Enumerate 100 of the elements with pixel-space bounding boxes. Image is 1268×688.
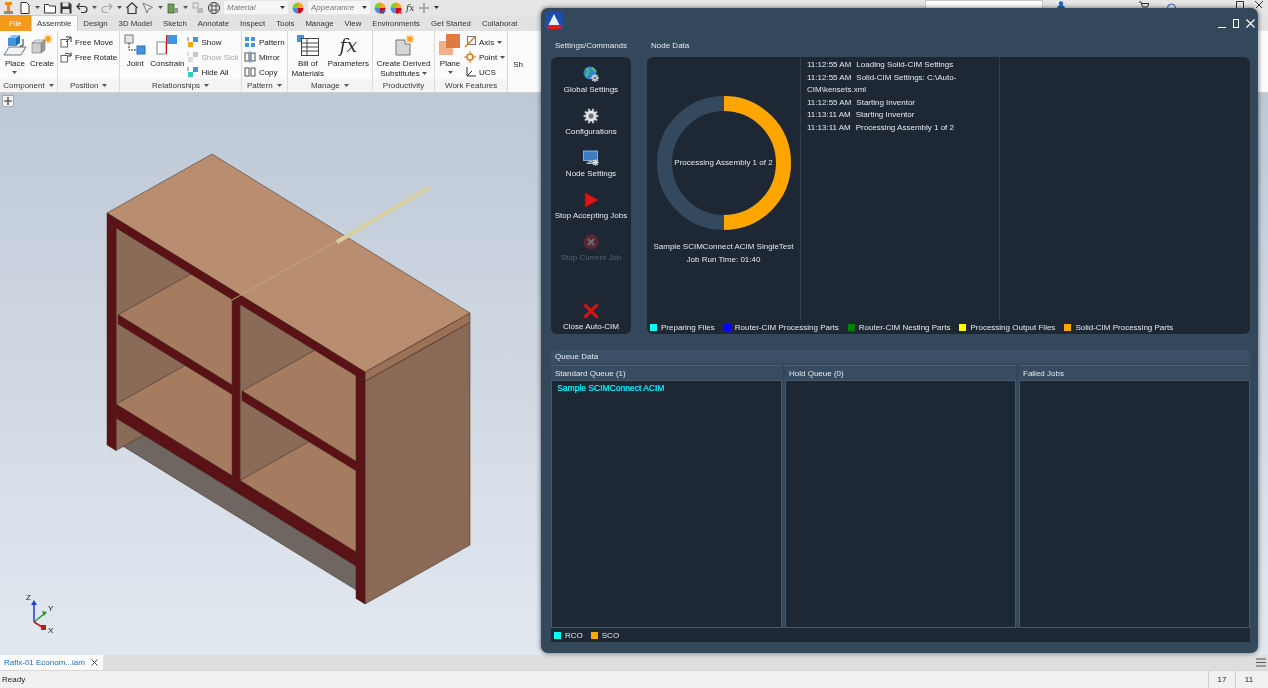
save-icon[interactable]: [60, 1, 72, 14]
ribbon-button[interactable]: Pattern: [243, 35, 285, 49]
ribbon-button[interactable]: Hide All: [186, 65, 239, 79]
color-wheel-icon[interactable]: [292, 1, 304, 14]
log-entry: 11:12:55 AM Starting Inventor: [807, 96, 917, 109]
ribbon-button[interactable]: Copy: [243, 65, 285, 79]
x-circle-icon: [583, 234, 599, 250]
two-blocks-icon[interactable]: [167, 1, 179, 14]
play-icon: [583, 192, 599, 208]
caret-icon: [102, 84, 108, 87]
ribbon-button[interactable]: Joint: [122, 32, 149, 79]
plane-squares-icon: [438, 33, 463, 57]
command-button[interactable]: Stop Accepting Jobs: [554, 192, 628, 221]
caret-icon: [35, 6, 40, 9]
monitor-gear-icon: [583, 150, 599, 166]
legend-label: Router-CIM Nesting Parts: [858, 322, 951, 332]
caret-icon: [280, 6, 285, 9]
command-button[interactable]: Configurations: [565, 108, 617, 137]
axis-label: Y: [48, 604, 54, 613]
open-folder-icon[interactable]: [44, 1, 56, 14]
command-button[interactable]: Node Settings: [565, 150, 617, 179]
close-button[interactable]: [1246, 19, 1255, 28]
status-value: 17: [1217, 675, 1227, 684]
ribbon-button[interactable]: Constrain: [149, 32, 186, 79]
mirror-blocks-icon: [243, 51, 256, 63]
ribbon-button[interactable]: Point: [464, 50, 506, 64]
caret-icon: [117, 6, 122, 9]
panel-title: Productivity: [382, 81, 425, 90]
caret-icon: [421, 72, 427, 76]
log-entry: 11:12:55 AM Solid-CIM Settings: C:\Auto-CIM\kensets.xml: [807, 71, 958, 97]
cart-icon[interactable]: [1139, 1, 1149, 8]
linked-cubes-icon: [123, 33, 148, 57]
gear-icon: [583, 108, 599, 124]
caret-icon: [158, 6, 163, 9]
ribbon-button[interactable]: Create Derived Substitutes: [375, 32, 433, 79]
caret-icon: [276, 84, 282, 87]
ribbon-button[interactable]: Mirror: [243, 50, 285, 64]
close-icon[interactable]: [1255, 1, 1263, 8]
panel-title: Work Features: [445, 81, 498, 90]
globe-gear-icon: [583, 66, 599, 82]
block-pair-icon: [186, 66, 199, 78]
legend-label: Solid-CIM Processing Parts: [1075, 322, 1174, 332]
command-button[interactable]: Global Settings: [563, 66, 619, 95]
legend-label: RCO: [565, 630, 583, 640]
ribbon-button[interactable]: Show: [186, 35, 239, 49]
status-value: 11: [1244, 675, 1254, 684]
color-wheel-plus-icon[interactable]: [374, 1, 386, 14]
axis-label: X: [48, 626, 54, 635]
logo-icon: [545, 12, 563, 30]
ribbon-button[interactable]: Free Rotate: [60, 50, 118, 64]
legend-label: Processing Output Files: [970, 322, 1056, 332]
undo-icon[interactable]: [76, 1, 88, 14]
move-arrows-icon: [60, 36, 72, 48]
formula-button[interactable]: fx: [406, 1, 415, 14]
circle-arc-icon[interactable]: [1167, 1, 1176, 8]
queue-title: Standard Queue (1): [551, 365, 782, 380]
caret-icon: [48, 84, 54, 87]
caret-icon: [497, 40, 503, 44]
add-view-button[interactable]: [2, 95, 14, 107]
home-icon[interactable]: [126, 1, 138, 14]
axis-line-icon: [464, 36, 477, 48]
appearance-dropdown[interactable]: Appearance: [308, 1, 370, 14]
ribbon-button[interactable]: Sh: [513, 60, 524, 69]
minimize-button[interactable]: [1218, 26, 1226, 29]
maximize-icon[interactable]: [1236, 1, 1244, 8]
ribbon-button[interactable]: Axis: [464, 35, 506, 49]
color-wheel-x-icon[interactable]: [390, 1, 402, 14]
new-file-icon[interactable]: [19, 1, 31, 14]
caret-icon: [12, 71, 18, 74]
minimize-icon: [1218, 26, 1226, 28]
maximize-button[interactable]: [1233, 19, 1239, 28]
ribbon-button[interactable]: fx Parameters: [326, 32, 371, 79]
ribbon-button[interactable]: Bill of Materials: [289, 32, 326, 79]
ribbon-button[interactable]: Place: [2, 32, 28, 79]
plus-icon: [4, 97, 12, 105]
job-name: Sample SCIMConnect ACIM SingleTest: [653, 241, 794, 253]
ribbon-button[interactable]: Create: [29, 32, 55, 79]
ribbon-button[interactable]: UCS: [464, 65, 506, 79]
queue-title: Hold Queue (0): [785, 365, 1016, 380]
maximize-icon: [1233, 19, 1239, 28]
queue-job[interactable]: Sample SCIMConnect ACIM: [557, 382, 665, 394]
caret-icon: [447, 71, 453, 74]
search-field[interactable]: [925, 0, 1043, 8]
caret-icon: [500, 55, 506, 59]
block-pair-icon: [186, 36, 199, 48]
material-dropdown[interactable]: Material: [224, 1, 288, 14]
section-title: Settings/Commands: [554, 40, 629, 52]
ribbon-button[interactable]: Plane: [437, 32, 464, 79]
queue-title: Failed Jobs: [1019, 365, 1250, 380]
log-entry: 11:12:55 AM Loading Solid-CIM Settings: [807, 59, 955, 71]
section-title: Queue Data: [551, 350, 1250, 363]
legend-label: Router-CIM Processing Parts: [734, 322, 839, 332]
document-tab[interactable]: Rafix-01 Econom...iam: [0, 655, 103, 670]
menu-icon[interactable]: [1256, 658, 1266, 667]
command-button[interactable]: Close Auto-CIM: [563, 303, 619, 332]
ribbon-button[interactable]: Free Move: [60, 35, 118, 49]
cube-frame-icon: [3, 33, 27, 57]
caret-icon: [362, 6, 367, 9]
checker-sphere-icon[interactable]: [208, 1, 220, 14]
axis-triad-icon: [31, 600, 47, 630]
